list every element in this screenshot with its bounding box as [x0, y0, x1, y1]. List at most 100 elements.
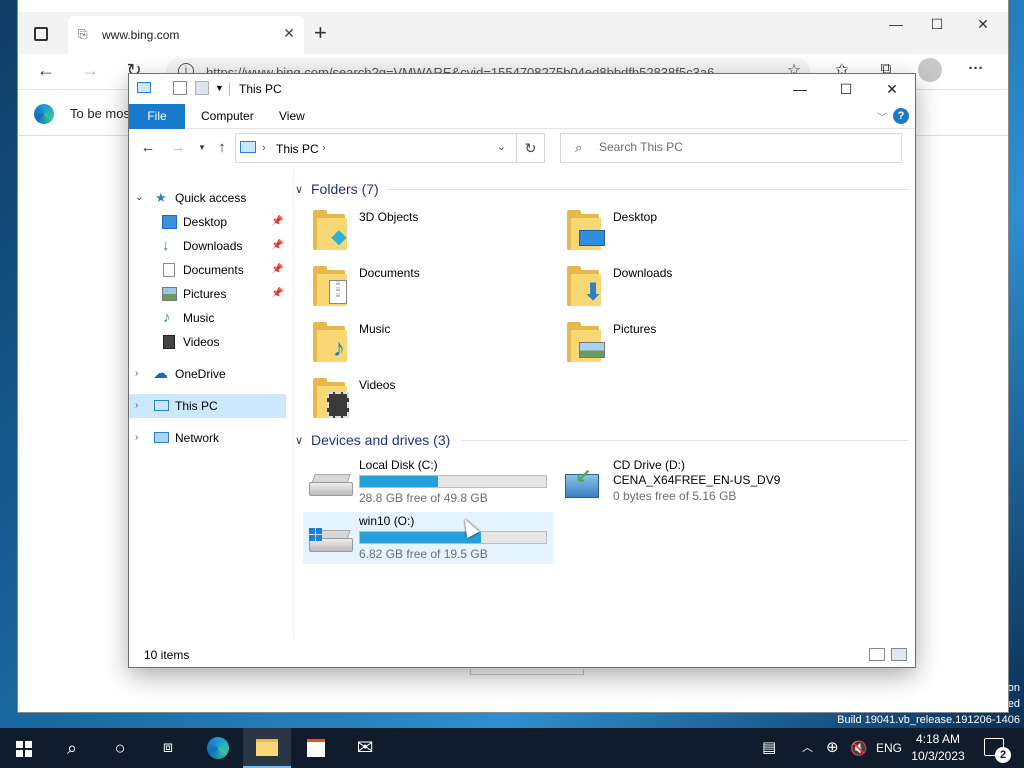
- explorer-close-button[interactable]: ✕: [869, 74, 915, 104]
- properties-icon[interactable]: [173, 81, 187, 95]
- collapse-chevron-icon[interactable]: ∨: [295, 434, 303, 447]
- drive-usage-fill: [360, 476, 439, 487]
- details-view-icon[interactable]: [869, 648, 885, 661]
- settings-more-button[interactable]: ···: [964, 60, 988, 77]
- edge-close-button[interactable]: ✕: [963, 16, 1003, 33]
- explorer-navbar: ← → ▾ ↑ › This PC › ⌄ ↻ ⌕: [129, 129, 915, 167]
- folder-icon: ♪: [313, 322, 349, 362]
- nav-quick-access[interactable]: ⌄ ★ Quick access: [129, 186, 286, 210]
- new-tab-button[interactable]: +: [314, 20, 334, 46]
- folder-videos[interactable]: Videos: [303, 372, 553, 424]
- forward-button[interactable]: →: [78, 60, 102, 81]
- page-favicon-icon: ⎘: [78, 27, 88, 41]
- breadcrumb-chevron-icon[interactable]: ›: [322, 142, 326, 154]
- edge-tab-bing[interactable]: ⎘ www.bing.com ✕: [68, 16, 304, 54]
- edge-taskbar-icon[interactable]: [194, 728, 242, 768]
- drive-d[interactable]: ↙ CD Drive (D:) CENA_X64FREE_EN-US_DV9 0…: [557, 456, 807, 508]
- folder-desktop[interactable]: Desktop: [557, 204, 807, 256]
- drive-name: win10 (O:): [359, 514, 415, 528]
- pin-icon: 📌: [271, 264, 284, 275]
- new-folder-icon[interactable]: [195, 81, 209, 95]
- nav-videos[interactable]: Videos: [129, 330, 286, 354]
- nav-this-pc[interactable]: › This PC: [129, 394, 286, 418]
- pane-divider[interactable]: [293, 169, 294, 639]
- tab-computer[interactable]: Computer: [187, 104, 268, 129]
- group-title: Devices and drives (3): [311, 432, 451, 448]
- drives-group-header[interactable]: ∨ Devices and drives (3): [295, 431, 909, 451]
- notification-center-icon[interactable]: 2: [984, 738, 1011, 763]
- clock[interactable]: 4:18 AM 10/3/2023: [906, 731, 970, 765]
- explorer-forward-button[interactable]: →: [169, 139, 187, 156]
- show-hidden-icons-icon[interactable]: ︿: [802, 728, 813, 768]
- tab-actions-icon[interactable]: [34, 27, 48, 41]
- input-language[interactable]: ENG: [876, 728, 902, 768]
- large-icons-view-icon[interactable]: [891, 648, 907, 661]
- tab-file[interactable]: File: [129, 104, 185, 129]
- collapse-chevron-icon[interactable]: ∨: [295, 183, 303, 196]
- drive-c[interactable]: Local Disk (C:) 28.8 GB free of 49.8 GB: [303, 456, 553, 508]
- folder-documents[interactable]: ≡ ≡ ≡ Documents: [303, 260, 553, 312]
- volume-muted-icon[interactable]: 🔇: [850, 728, 867, 768]
- news-widget-icon[interactable]: ▤: [762, 728, 776, 768]
- explorer-address-bar[interactable]: › This PC › ⌄: [235, 133, 517, 163]
- search-icon[interactable]: ⌕: [48, 728, 96, 768]
- breadcrumb-this-pc[interactable]: This PC: [276, 142, 319, 156]
- folders-group-header[interactable]: ∨ Folders (7): [295, 180, 909, 200]
- back-button[interactable]: ←: [34, 60, 58, 81]
- folder-downloads[interactable]: ⬇ Downloads: [557, 260, 807, 312]
- folder-icon: ≡ ≡ ≡: [313, 266, 349, 306]
- folder-3d-objects[interactable]: ◆ 3D Objects: [303, 204, 553, 256]
- cloud-icon: ☁: [153, 365, 168, 382]
- explorer-minimize-button[interactable]: —: [777, 74, 823, 104]
- profile-avatar[interactable]: [918, 58, 942, 82]
- edge-minimize-button[interactable]: —: [876, 16, 916, 32]
- expand-chevron-icon[interactable]: ›: [135, 426, 145, 450]
- folder-music[interactable]: ♪ Music: [303, 316, 553, 368]
- up-button[interactable]: ↑: [213, 139, 231, 156]
- nav-onedrive[interactable]: › ☁ OneDrive: [129, 362, 286, 386]
- tab-close-button[interactable]: ✕: [280, 25, 298, 42]
- edge-maximize-button[interactable]: ☐: [917, 16, 957, 33]
- recent-locations-icon[interactable]: ▾: [193, 142, 211, 153]
- edge-logo-icon: [34, 104, 54, 124]
- explorer-search[interactable]: ⌕: [560, 133, 902, 163]
- nav-documents[interactable]: Documents 📌: [129, 258, 286, 282]
- edge-titlebar: ⎘ www.bing.com ✕ + — ☐ ✕: [18, 12, 1008, 54]
- task-view-icon[interactable]: ⧈: [144, 728, 192, 768]
- collapse-chevron-icon[interactable]: ⌄: [135, 186, 145, 210]
- explorer-refresh-button[interactable]: ↻: [517, 133, 545, 163]
- this-pc-icon: [137, 82, 151, 93]
- nav-label: Documents: [183, 263, 244, 277]
- explorer-back-button[interactable]: ←: [139, 139, 157, 156]
- expand-chevron-icon[interactable]: ›: [135, 394, 145, 418]
- file-explorer-taskbar-icon[interactable]: [243, 728, 291, 768]
- network-globe-icon[interactable]: ⊕: [826, 728, 839, 768]
- cortana-icon[interactable]: ○: [96, 728, 144, 768]
- cd-drive-icon: ↙: [563, 466, 609, 498]
- folder-icon: ◆: [313, 210, 349, 250]
- breadcrumb-chevron-icon[interactable]: ›: [262, 142, 266, 154]
- mail-taskbar-icon[interactable]: ✉: [341, 728, 389, 768]
- music-note-icon: ♪: [333, 335, 345, 362]
- search-input[interactable]: [599, 140, 889, 154]
- nav-network[interactable]: › Network: [129, 426, 286, 450]
- explorer-maximize-button[interactable]: ☐: [823, 74, 869, 104]
- nav-downloads[interactable]: ↓ Downloads 📌: [129, 234, 286, 258]
- explorer-titlebar: ▼ This PC — ☐ ✕: [129, 74, 915, 104]
- folder-name: Pictures: [613, 322, 657, 336]
- address-dropdown-icon[interactable]: ⌄: [497, 140, 506, 153]
- nav-desktop[interactable]: Desktop 📌: [129, 210, 286, 234]
- help-icon[interactable]: ?: [893, 108, 909, 124]
- expand-chevron-icon[interactable]: ›: [135, 362, 145, 386]
- drive-o[interactable]: win10 (O:) 6.82 GB free of 19.5 GB: [303, 512, 553, 564]
- tab-view[interactable]: View: [265, 104, 319, 129]
- customize-quick-access-icon[interactable]: ▼: [215, 81, 229, 95]
- nav-pictures[interactable]: Pictures 📌: [129, 282, 286, 306]
- start-button[interactable]: [0, 728, 48, 768]
- expand-ribbon-icon[interactable]: ﹀: [877, 109, 887, 124]
- nav-label: OneDrive: [175, 367, 226, 381]
- nav-music[interactable]: ♪ Music: [129, 306, 286, 330]
- drive-name: CD Drive (D:): [613, 458, 685, 472]
- folder-pictures[interactable]: Pictures: [557, 316, 807, 368]
- store-taskbar-icon[interactable]: [292, 728, 340, 768]
